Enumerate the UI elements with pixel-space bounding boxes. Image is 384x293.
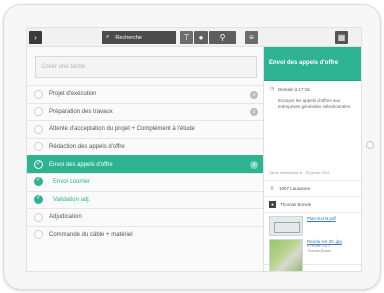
filter-button[interactable]: ⊤ xyxy=(180,31,193,44)
location-button[interactable]: ⚲ xyxy=(209,31,236,44)
grid-view-button[interactable]: ▦ xyxy=(335,31,348,44)
task-checkbox[interactable] xyxy=(34,89,43,99)
subtask-count-badge: 3 xyxy=(250,90,258,99)
attachments: Plan-Ext B.pdf Rendu ext 3C.jpg 5 Févrie… xyxy=(264,213,361,271)
home-button[interactable] xyxy=(366,141,374,149)
filter-icon: ⊤ xyxy=(183,32,190,42)
location-row[interactable]: ⚲ 1007 Lausanne xyxy=(264,181,361,197)
detail-title: Envoi des appels d'offre xyxy=(264,47,361,81)
created-date: 25 janvier 2013 xyxy=(305,171,330,175)
location-pin-icon: ⚲ xyxy=(270,185,274,192)
task-panel: Créer une tâche Projet d'exécution 3 Prépa… xyxy=(27,47,263,271)
image-thumbnail xyxy=(269,239,303,271)
task-checkbox[interactable]: ✓ xyxy=(34,195,43,205)
detail-main: ◷ Demain à 17:15 Envoyer les appels d'of… xyxy=(264,81,361,181)
task-label: Envoi courrier xyxy=(53,179,91,186)
task-label: Envoi des appels d'offre xyxy=(49,161,113,168)
task-checkbox[interactable] xyxy=(34,142,43,152)
location-text: 1007 Lausanne xyxy=(279,186,311,191)
task-label: Rédaction des appels d'offre xyxy=(49,144,125,151)
pin-icon: ● xyxy=(198,32,204,42)
list-icon: ≡ xyxy=(249,32,254,42)
attachment-item[interactable]: Rendu ext 3C.jpg 5 Février 2013 Thomas B… xyxy=(269,239,358,271)
app-screen: › ⌕ Recherche ⊤ ● ⚲ ≡ ▦ Créer une tâche … xyxy=(26,27,362,272)
plan-thumbnail xyxy=(269,216,303,236)
task-row[interactable]: ✓ Envoi courrier xyxy=(27,172,263,191)
chevron-right-icon: › xyxy=(34,32,37,42)
task-label: Projet d'exécution xyxy=(49,91,97,98)
subtask-count-badge: 3 xyxy=(250,160,258,169)
task-list: Projet d'exécution 3 Préparation des trava… xyxy=(27,85,263,243)
task-label: Préparation des travaux xyxy=(49,108,113,115)
attachment-author: Thomas Borwin xyxy=(307,249,332,253)
task-row[interactable]: Attente d'acceptation du projet + Complé… xyxy=(27,120,263,138)
top-toolbar: › ⌕ Recherche ⊤ ● ⚲ ≡ ▦ xyxy=(27,28,361,47)
created-info: Tâche commencée le 25 janvier 2013 xyxy=(269,171,329,175)
task-checkbox[interactable]: ✓ xyxy=(34,177,43,187)
menu-toggle-button[interactable]: › xyxy=(29,31,42,44)
search-icon: ⌕ xyxy=(106,34,110,40)
list-view-button[interactable]: ≡ xyxy=(245,31,258,44)
task-label: Adjudication xyxy=(49,214,82,221)
task-row[interactable]: Commande du câble + matériel xyxy=(27,225,263,244)
task-checkbox[interactable] xyxy=(34,230,43,240)
assignee-name: Thomas Borwin xyxy=(280,202,312,207)
search-button[interactable]: ⌕ Recherche xyxy=(102,31,176,44)
attachment-name[interactable]: Plan-Ext B.pdf xyxy=(307,216,336,221)
search-label: Recherche xyxy=(115,34,142,41)
task-checkbox[interactable] xyxy=(34,107,43,117)
task-label: Commande du câble + matériel xyxy=(49,232,133,239)
task-row[interactable]: Rédaction des appels d'offre xyxy=(27,137,263,156)
task-row[interactable]: Projet d'exécution 3 xyxy=(27,85,263,103)
user-icon: ● xyxy=(269,201,276,208)
assignee-row[interactable]: ● Thomas Borwin xyxy=(264,197,361,213)
task-checkbox[interactable]: ✓ xyxy=(34,159,43,169)
task-description[interactable]: Envoyer les appels d'offres aux entrepri… xyxy=(269,98,358,110)
task-row[interactable]: Adjudication xyxy=(27,208,263,226)
created-label: Tâche commencée le xyxy=(269,171,303,175)
task-label: Attente d'acceptation du projet + Complé… xyxy=(49,126,195,133)
task-row[interactable]: Préparation des travaux 3 xyxy=(27,102,263,121)
task-label: Validation adj. xyxy=(53,196,91,203)
task-detail-panel: Envoi des appels d'offre ◷ Demain à 17:1… xyxy=(263,47,361,271)
clock-icon: ◷ xyxy=(269,86,275,92)
pin-button[interactable]: ● xyxy=(194,31,208,44)
location-pin-icon: ⚲ xyxy=(219,32,226,42)
new-task-input[interactable]: Créer une tâche xyxy=(35,56,257,78)
due-date[interactable]: Demain à 17:15 xyxy=(278,87,310,92)
task-checkbox[interactable] xyxy=(34,124,43,134)
tablet-frame: › ⌕ Recherche ⊤ ● ⚲ ≡ ▦ Créer une tâche … xyxy=(3,4,381,290)
task-row[interactable]: ✓ Envoi des appels d'offre 3 xyxy=(27,155,263,173)
grid-icon: ▦ xyxy=(337,32,346,42)
attachment-item[interactable]: Plan-Ext B.pdf xyxy=(269,216,358,236)
task-row[interactable]: ✓ Validation adj. xyxy=(27,190,263,209)
subtask-count-badge: 3 xyxy=(250,108,258,117)
task-checkbox[interactable] xyxy=(34,212,43,222)
